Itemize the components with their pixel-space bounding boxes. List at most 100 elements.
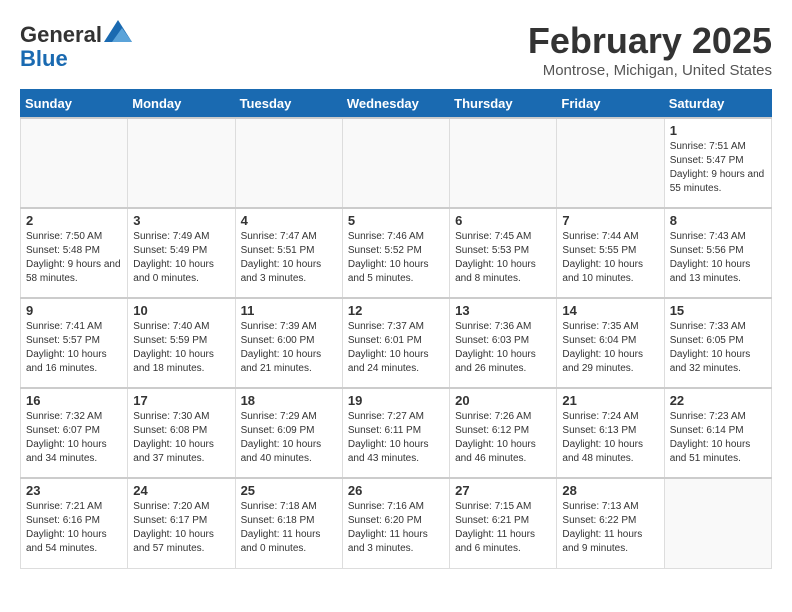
day-number: 17	[133, 393, 229, 408]
calendar-cell: 21Sunrise: 7:24 AM Sunset: 6:13 PM Dayli…	[557, 388, 664, 478]
day-number: 5	[348, 213, 444, 228]
day-info: Sunrise: 7:21 AM Sunset: 6:16 PM Dayligh…	[26, 500, 122, 556]
day-number: 1	[670, 123, 766, 138]
calendar-cell: 1 Sunrise: 7:51 AM Sunset: 5:47 PM Daylig…	[664, 118, 771, 208]
calendar-cell: 22Sunrise: 7:23 AM Sunset: 6:14 PM Dayli…	[664, 388, 771, 478]
day-info: Sunrise: 7:23 AM Sunset: 6:14 PM Dayligh…	[670, 410, 766, 466]
days-header-row: SundayMondayTuesdayWednesdayThursdayFrid…	[21, 90, 772, 119]
day-info: Sunrise: 7:51 AM Sunset: 5:47 PM Dayligh…	[670, 140, 766, 196]
calendar-cell: 8Sunrise: 7:43 AM Sunset: 5:56 PM Daylig…	[664, 208, 771, 298]
day-info: Sunrise: 7:47 AM Sunset: 5:51 PM Dayligh…	[241, 230, 337, 286]
day-number: 9	[26, 303, 122, 318]
calendar-cell: 16 Sunrise: 7:32 AM Sunset: 6:07 PM Dayli…	[21, 388, 128, 478]
day-info: Sunrise: 7:24 AM Sunset: 6:13 PM Dayligh…	[562, 410, 658, 466]
day-number: 18	[241, 393, 337, 408]
logo-icon	[104, 20, 132, 42]
title-area: February 2025 Montrose, Michigan, United…	[528, 20, 772, 79]
day-info: Sunrise: 7:44 AM Sunset: 5:55 PM Dayligh…	[562, 230, 658, 286]
calendar-cell: 15Sunrise: 7:33 AM Sunset: 6:05 PM Dayli…	[664, 298, 771, 388]
calendar-cell	[21, 118, 128, 208]
day-number: 7	[562, 213, 658, 228]
calendar-cell: 26Sunrise: 7:16 AM Sunset: 6:20 PM Dayli…	[342, 478, 449, 568]
day-number: 14	[562, 303, 658, 318]
week-row-2: 2 Sunrise: 7:50 AM Sunset: 5:48 PM Daylig…	[21, 208, 772, 298]
day-info: Sunrise: 7:46 AM Sunset: 5:52 PM Dayligh…	[348, 230, 444, 286]
calendar-cell: 17 Sunrise: 7:30 AM Sunset: 6:08 PM Dayli…	[128, 388, 235, 478]
day-number: 2	[26, 213, 122, 228]
calendar-cell: 6Sunrise: 7:45 AM Sunset: 5:53 PM Daylig…	[450, 208, 557, 298]
day-info: Sunrise: 7:49 AM Sunset: 5:49 PM Dayligh…	[133, 230, 229, 286]
calendar-title: February 2025	[528, 20, 772, 62]
day-number: 12	[348, 303, 444, 318]
calendar-cell: 12Sunrise: 7:37 AM Sunset: 6:01 PM Dayli…	[342, 298, 449, 388]
day-info: Sunrise: 7:43 AM Sunset: 5:56 PM Dayligh…	[670, 230, 766, 286]
day-number: 24	[133, 483, 229, 498]
calendar-cell: 28 Sunrise: 7:13 AM Sunset: 6:22 PM Dayli…	[557, 478, 664, 568]
calendar-cell: 7 Sunrise: 7:44 AM Sunset: 5:55 PM Daylig…	[557, 208, 664, 298]
day-info: Sunrise: 7:36 AM Sunset: 6:03 PM Dayligh…	[455, 320, 551, 376]
calendar-cell	[342, 118, 449, 208]
calendar-cell: 4 Sunrise: 7:47 AM Sunset: 5:51 PM Daylig…	[235, 208, 342, 298]
day-number: 13	[455, 303, 551, 318]
day-info: Sunrise: 7:30 AM Sunset: 6:08 PM Dayligh…	[133, 410, 229, 466]
calendar-cell: 27Sunrise: 7:15 AM Sunset: 6:21 PM Dayli…	[450, 478, 557, 568]
calendar-cell: 23 Sunrise: 7:21 AM Sunset: 6:16 PM Dayli…	[21, 478, 128, 568]
logo-blue: Blue	[20, 46, 68, 71]
day-number: 23	[26, 483, 122, 498]
day-number: 19	[348, 393, 444, 408]
calendar-cell: 5 Sunrise: 7:46 AM Sunset: 5:52 PM Daylig…	[342, 208, 449, 298]
day-header-sunday: Sunday	[21, 90, 128, 119]
day-info: Sunrise: 7:13 AM Sunset: 6:22 PM Dayligh…	[562, 500, 658, 556]
page-header: General Blue February 2025 Montrose, Mic…	[20, 20, 772, 79]
calendar-cell: 10 Sunrise: 7:40 AM Sunset: 5:59 PM Dayli…	[128, 298, 235, 388]
week-row-3: 9 Sunrise: 7:41 AM Sunset: 5:57 PM Daylig…	[21, 298, 772, 388]
day-header-monday: Monday	[128, 90, 235, 119]
day-number: 25	[241, 483, 337, 498]
calendar-subtitle: Montrose, Michigan, United States	[528, 62, 772, 79]
day-info: Sunrise: 7:29 AM Sunset: 6:09 PM Dayligh…	[241, 410, 337, 466]
calendar-cell: 3 Sunrise: 7:49 AM Sunset: 5:49 PM Daylig…	[128, 208, 235, 298]
day-info: Sunrise: 7:32 AM Sunset: 6:07 PM Dayligh…	[26, 410, 122, 466]
calendar-cell	[235, 118, 342, 208]
week-row-1: 1 Sunrise: 7:51 AM Sunset: 5:47 PM Daylig…	[21, 118, 772, 208]
day-header-wednesday: Wednesday	[342, 90, 449, 119]
day-header-tuesday: Tuesday	[235, 90, 342, 119]
day-number: 26	[348, 483, 444, 498]
calendar-cell: 25 Sunrise: 7:18 AM Sunset: 6:18 PM Dayli…	[235, 478, 342, 568]
calendar-cell: 19 Sunrise: 7:27 AM Sunset: 6:11 PM Dayli…	[342, 388, 449, 478]
day-number: 28	[562, 483, 658, 498]
day-info: Sunrise: 7:45 AM Sunset: 5:53 PM Dayligh…	[455, 230, 551, 286]
calendar-cell	[128, 118, 235, 208]
logo: General Blue	[20, 20, 132, 71]
day-info: Sunrise: 7:33 AM Sunset: 6:05 PM Dayligh…	[670, 320, 766, 376]
calendar-cell: 18 Sunrise: 7:29 AM Sunset: 6:09 PM Dayli…	[235, 388, 342, 478]
calendar-cell: 24 Sunrise: 7:20 AM Sunset: 6:17 PM Dayli…	[128, 478, 235, 568]
calendar-table: SundayMondayTuesdayWednesdayThursdayFrid…	[20, 89, 772, 569]
day-info: Sunrise: 7:39 AM Sunset: 6:00 PM Dayligh…	[241, 320, 337, 376]
day-info: Sunrise: 7:26 AM Sunset: 6:12 PM Dayligh…	[455, 410, 551, 466]
day-info: Sunrise: 7:40 AM Sunset: 5:59 PM Dayligh…	[133, 320, 229, 376]
day-info: Sunrise: 7:18 AM Sunset: 6:18 PM Dayligh…	[241, 500, 337, 556]
logo-general: General	[20, 22, 102, 47]
day-header-saturday: Saturday	[664, 90, 771, 119]
day-number: 27	[455, 483, 551, 498]
week-row-5: 23 Sunrise: 7:21 AM Sunset: 6:16 PM Dayli…	[21, 478, 772, 568]
day-info: Sunrise: 7:20 AM Sunset: 6:17 PM Dayligh…	[133, 500, 229, 556]
day-info: Sunrise: 7:50 AM Sunset: 5:48 PM Dayligh…	[26, 230, 122, 286]
day-number: 20	[455, 393, 551, 408]
calendar-cell: 20 Sunrise: 7:26 AM Sunset: 6:12 PM Dayli…	[450, 388, 557, 478]
day-number: 4	[241, 213, 337, 228]
calendar-cell: 14Sunrise: 7:35 AM Sunset: 6:04 PM Dayli…	[557, 298, 664, 388]
day-number: 16	[26, 393, 122, 408]
week-row-4: 16 Sunrise: 7:32 AM Sunset: 6:07 PM Dayli…	[21, 388, 772, 478]
day-number: 10	[133, 303, 229, 318]
day-number: 3	[133, 213, 229, 228]
day-number: 11	[241, 303, 337, 318]
day-info: Sunrise: 7:27 AM Sunset: 6:11 PM Dayligh…	[348, 410, 444, 466]
calendar-cell	[557, 118, 664, 208]
calendar-cell: 13 Sunrise: 7:36 AM Sunset: 6:03 PM Dayli…	[450, 298, 557, 388]
calendar-cell	[450, 118, 557, 208]
day-header-friday: Friday	[557, 90, 664, 119]
calendar-cell: 2 Sunrise: 7:50 AM Sunset: 5:48 PM Daylig…	[21, 208, 128, 298]
day-info: Sunrise: 7:41 AM Sunset: 5:57 PM Dayligh…	[26, 320, 122, 376]
